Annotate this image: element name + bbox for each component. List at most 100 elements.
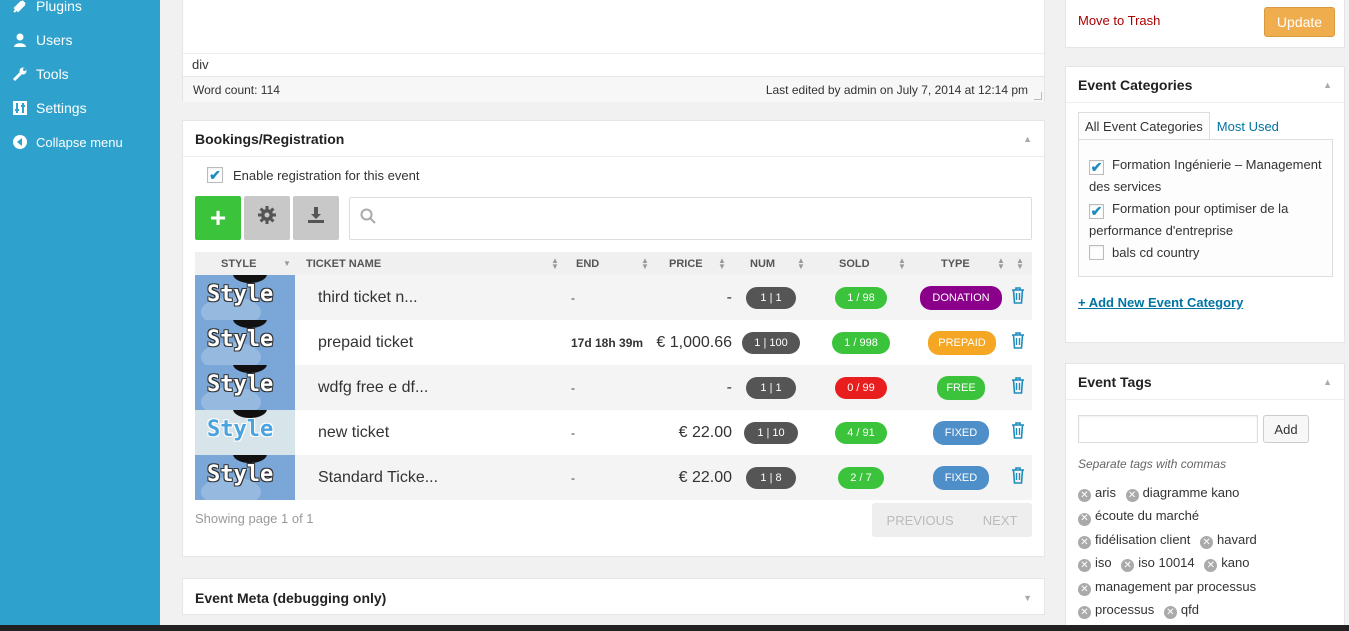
collapse-menu-button[interactable]: Collapse menu <box>0 125 160 159</box>
remove-tag-icon[interactable]: ✕ <box>1125 489 1139 503</box>
add-new-category-link[interactable]: + Add New Event Category <box>1078 295 1243 310</box>
table-row[interactable]: Style Standard Ticke... - € 22.00 1 | 8 … <box>195 455 1032 500</box>
sold-badge: 4 / 91 <box>835 422 887 444</box>
collapse-arrow-icon[interactable]: ▲ <box>1023 134 1032 144</box>
enable-registration-checkbox[interactable]: ✔ <box>207 167 223 183</box>
ticket-name[interactable]: new ticket <box>318 410 389 455</box>
category-item[interactable]: ✔ Formation Ingénierie – Management des s… <box>1089 154 1322 198</box>
remove-tag-icon[interactable]: ✕ <box>1200 536 1214 550</box>
tag-label: qfd <box>1180 602 1199 618</box>
menu-item-tools[interactable]: Tools <box>0 57 160 91</box>
ticket-end: - <box>571 380 575 395</box>
type-badge: PREPAID <box>928 331 996 355</box>
event-categories-title: Event Categories <box>1078 76 1193 93</box>
menu-item-plugins[interactable]: Plugins <box>0 0 160 23</box>
tag-hint: Separate tags with commas <box>1078 457 1227 471</box>
ticket-name[interactable]: third ticket n... <box>318 275 418 320</box>
remove-tag-icon[interactable]: ✕ <box>1078 559 1091 573</box>
trash-icon[interactable] <box>1011 377 1025 399</box>
add-tag-button[interactable]: Add <box>1263 415 1309 443</box>
bookings-title: Bookings/Registration <box>195 130 345 147</box>
remove-tag-icon[interactable]: ✕ <box>1121 559 1135 573</box>
category-checkbox[interactable]: ✔ <box>1089 159 1104 175</box>
bookings-box: Bookings/Registration ▲ ✔ Enable registr… <box>182 120 1045 557</box>
event-tags-header[interactable]: Event Tags ▲ <box>1066 364 1344 400</box>
category-item[interactable]: ✔ Formation pour optimiser de la performa… <box>1089 198 1322 242</box>
sort-icon[interactable]: ▲ ▼ <box>793 252 805 275</box>
table-header: STYLE ▼ TICKET NAME ▲ ▼ END ▲ ▼ PRICE ▲ ▼ N… <box>195 252 1032 275</box>
category-checkbox[interactable]: ✔ <box>1089 203 1104 219</box>
export-button[interactable] <box>293 196 339 240</box>
col-style[interactable]: STYLE <box>221 252 256 275</box>
ticket-name[interactable]: prepaid ticket <box>318 320 413 365</box>
search-input[interactable] <box>384 198 1031 239</box>
sort-icon[interactable]: ▲ ▼ <box>993 252 1005 275</box>
col-ticket-name[interactable]: TICKET NAME <box>306 252 381 275</box>
editor-path: div <box>183 53 1044 75</box>
remove-tag-icon[interactable]: ✕ <box>1078 512 1091 526</box>
resize-handle[interactable] <box>1034 92 1042 100</box>
remove-tag-icon[interactable]: ✕ <box>1078 489 1091 503</box>
ticket-end: - <box>571 425 575 440</box>
ticket-search[interactable] <box>349 197 1032 240</box>
sort-icon[interactable]: ▲ ▼ <box>637 252 649 275</box>
tab-all-categories[interactable]: All Event Categories <box>1078 112 1210 140</box>
category-item[interactable]: bals cd country <box>1089 242 1322 264</box>
update-button[interactable]: Update <box>1264 7 1335 37</box>
settings-button[interactable] <box>244 196 290 240</box>
remove-tag-icon[interactable]: ✕ <box>1078 536 1091 550</box>
sort-icon[interactable]: ▲ ▼ <box>547 252 559 275</box>
new-tag-input[interactable] <box>1078 415 1258 443</box>
event-meta-header[interactable]: Event Meta (debugging only) ▼ <box>183 579 1044 616</box>
tag-item: ✕ diagramme kano <box>1125 481 1239 504</box>
sort-icon[interactable]: ▲ ▼ <box>894 252 906 275</box>
collapse-arrow-icon[interactable]: ▲ <box>1323 80 1332 90</box>
col-end[interactable]: END <box>576 252 599 275</box>
tag-item: ✕ fidélisation client <box>1078 528 1190 551</box>
bookings-header[interactable]: Bookings/Registration ▲ <box>183 121 1044 157</box>
col-type[interactable]: TYPE <box>941 252 970 275</box>
sort-icon[interactable]: ▲ ▼ <box>1012 252 1024 275</box>
ticket-name[interactable]: wdfg free e df... <box>318 365 428 410</box>
previous-button[interactable]: PREVIOUS <box>887 513 954 528</box>
num-badge: 1 | 100 <box>742 332 800 354</box>
type-badge: FREE <box>937 376 985 400</box>
wrench-icon <box>10 64 30 84</box>
tag-item: ✕ havard <box>1200 528 1257 551</box>
table-row[interactable]: Style new ticket - € 22.00 1 | 10 4 / 91… <box>195 410 1032 455</box>
trash-icon[interactable] <box>1011 467 1025 489</box>
sort-desc-icon[interactable]: ▼ <box>279 252 291 275</box>
table-row[interactable]: Style third ticket n... - - 1 | 1 1 / 98… <box>195 275 1032 320</box>
col-sold[interactable]: SOLD <box>839 252 870 275</box>
expand-arrow-icon[interactable]: ▼ <box>1023 593 1032 603</box>
trash-icon[interactable] <box>1011 422 1025 444</box>
remove-tag-icon[interactable]: ✕ <box>1204 559 1218 573</box>
move-to-trash-link[interactable]: Move to Trash <box>1078 13 1160 28</box>
remove-tag-icon[interactable]: ✕ <box>1163 606 1177 620</box>
ticket-name[interactable]: Standard Ticke... <box>318 455 438 500</box>
next-button[interactable]: NEXT <box>983 513 1018 528</box>
remove-tag-icon[interactable]: ✕ <box>1078 606 1091 620</box>
search-icon <box>360 208 376 229</box>
sort-icon[interactable]: ▲ ▼ <box>714 252 726 275</box>
event-categories-header[interactable]: Event Categories ▲ <box>1066 67 1344 103</box>
type-badge: FIXED <box>933 466 989 490</box>
editor-area[interactable] <box>183 0 1044 53</box>
remove-tag-icon[interactable]: ✕ <box>1078 582 1091 596</box>
trash-icon[interactable] <box>1011 332 1025 354</box>
tab-most-used[interactable]: Most Used <box>1210 112 1286 140</box>
table-row[interactable]: Style wdfg free e df... - - 1 | 1 0 / 99… <box>195 365 1032 410</box>
gear-icon <box>257 205 277 231</box>
category-checkbox[interactable] <box>1089 245 1104 260</box>
menu-item-settings[interactable]: Settings <box>0 91 160 125</box>
collapse-icon <box>10 132 30 152</box>
trash-icon[interactable] <box>1011 287 1025 309</box>
tag-label: processus <box>1095 602 1155 618</box>
col-num[interactable]: NUM <box>750 252 775 275</box>
ticket-style-thumbnail: Style <box>195 455 295 500</box>
collapse-arrow-icon[interactable]: ▲ <box>1323 377 1332 387</box>
col-price[interactable]: PRICE <box>669 252 703 275</box>
menu-item-users[interactable]: Users <box>0 23 160 57</box>
add-ticket-button[interactable]: + <box>195 196 241 240</box>
table-row[interactable]: Style prepaid ticket 17d 18h 39m € 1,000… <box>195 320 1032 365</box>
